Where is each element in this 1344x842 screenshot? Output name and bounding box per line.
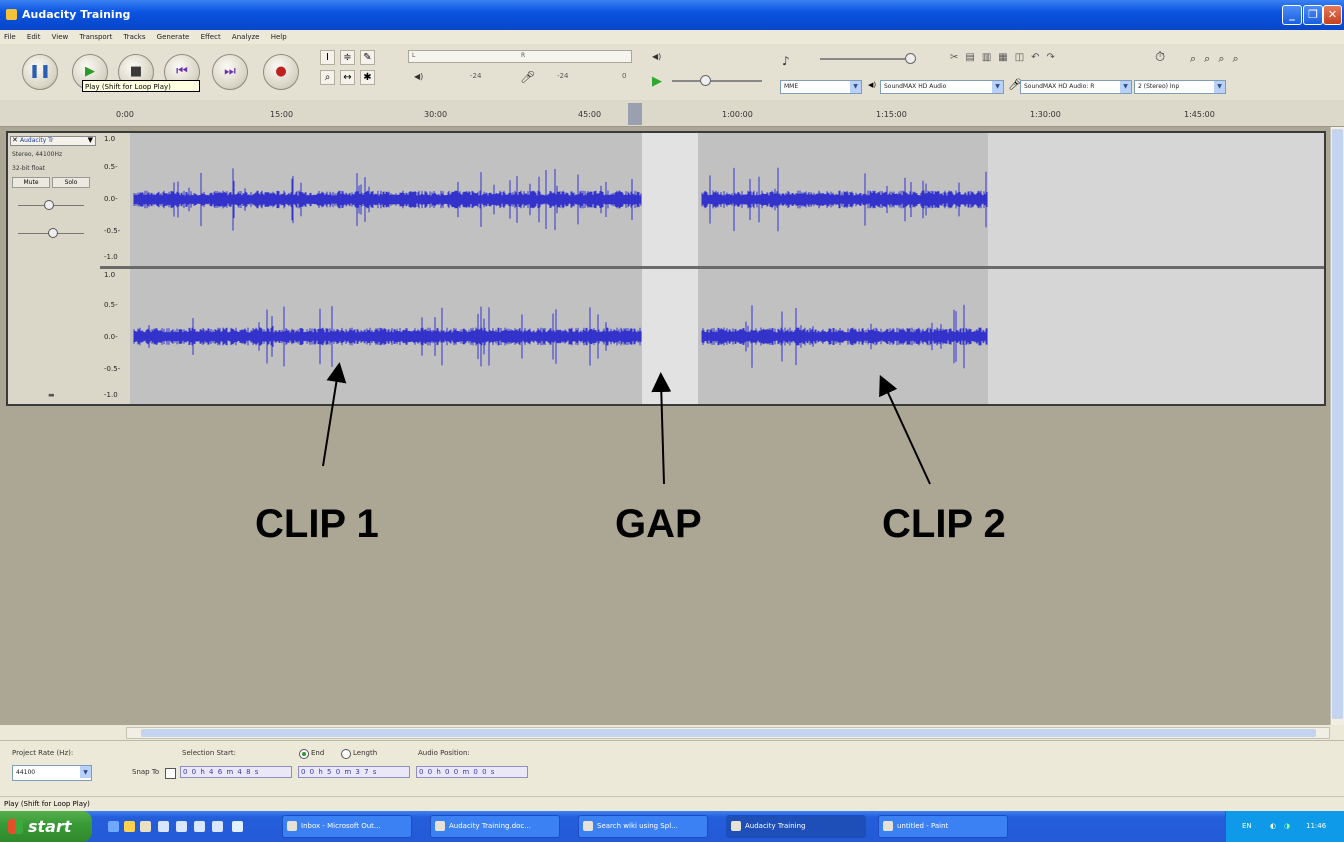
task-label: Audacity Training <box>745 822 806 830</box>
gap-label: GAP <box>615 502 702 546</box>
task-label: untitled - Paint <box>897 822 949 830</box>
clip-2-label: CLIP 2 <box>882 502 1006 546</box>
project-rate-select[interactable]: 44100 <box>12 765 92 781</box>
tray-icon[interactable]: ◐ <box>1270 811 1276 842</box>
quicklaunch-ie-icon[interactable] <box>108 821 119 832</box>
annotation-arrows <box>322 362 931 485</box>
horizontal-scroll-thumb[interactable] <box>141 729 1316 737</box>
quicklaunch-icon[interactable] <box>176 821 187 832</box>
start-button[interactable]: start <box>0 811 92 842</box>
selection-start-field[interactable]: 0 0 h 4 6 m 4 8 s <box>180 766 292 778</box>
vertical-scroll-thumb[interactable] <box>1332 129 1343 719</box>
end-label: End <box>311 749 325 757</box>
quicklaunch-icon[interactable] <box>140 821 151 832</box>
quicklaunch-icon[interactable] <box>158 821 169 832</box>
taskbar-word-doc[interactable]: Audacity Training.doc... <box>430 815 560 838</box>
task-label: Inbox - Microsoft Out... <box>301 822 381 830</box>
clip-1-label: CLIP 1 <box>255 502 379 546</box>
gap-arrow <box>651 372 672 485</box>
selection-toolbar: Project Rate (Hz): 44100 Selection Start… <box>0 740 1344 795</box>
project-rate-label: Project Rate (Hz): <box>12 749 74 757</box>
tray-icon[interactable]: ◑ <box>1284 811 1290 842</box>
clip-2-arrow <box>879 374 931 485</box>
snap-to-checkbox[interactable] <box>165 768 176 779</box>
windows-logo-icon <box>8 819 23 834</box>
quicklaunch-icon[interactable] <box>232 821 243 832</box>
taskbar-browser[interactable]: Search wiki using Spl... <box>578 815 708 838</box>
taskbar-audacity[interactable]: Audacity Training <box>726 815 866 838</box>
quicklaunch-icon[interactable] <box>194 821 205 832</box>
audio-position-field[interactable]: 0 0 h 0 0 m 0 0 s <box>416 766 528 778</box>
selection-start-label: Selection Start: <box>182 749 236 757</box>
task-label: Audacity Training.doc... <box>449 822 531 830</box>
length-label: Length <box>353 749 378 757</box>
snap-to-label: Snap To <box>132 768 160 776</box>
start-label: start <box>28 817 72 836</box>
task-label: Search wiki using Spl... <box>597 822 678 830</box>
status-bar: Play (Shift for Loop Play) <box>0 796 1344 810</box>
quicklaunch-icon[interactable] <box>212 821 223 832</box>
selection-end-field[interactable]: 0 0 h 5 0 m 3 7 s <box>298 766 410 778</box>
language-indicator[interactable]: EN <box>1242 811 1252 842</box>
length-radio[interactable] <box>341 749 351 759</box>
taskbar-outlook[interactable]: Inbox - Microsoft Out... <box>282 815 412 838</box>
quicklaunch-icon[interactable] <box>124 821 135 832</box>
taskbar-paint[interactable]: untitled - Paint <box>878 815 1008 838</box>
taskbar: start Inbox - Microsoft Out... Audacity … <box>0 811 1344 842</box>
audio-position-label: Audio Position: <box>418 749 470 757</box>
end-radio[interactable] <box>299 749 309 759</box>
browser-icon <box>583 821 593 831</box>
vertical-scrollbar[interactable] <box>1330 127 1344 725</box>
clock[interactable]: 11:46 <box>1306 811 1326 842</box>
system-tray: EN ◐ ◑ 11:46 <box>1225 811 1344 842</box>
word-icon <box>435 821 445 831</box>
horizontal-scrollbar[interactable] <box>126 727 1330 739</box>
clip-1-arrow <box>322 362 347 467</box>
paint-icon <box>883 821 893 831</box>
audacity-icon <box>731 821 741 831</box>
outlook-icon <box>287 821 297 831</box>
